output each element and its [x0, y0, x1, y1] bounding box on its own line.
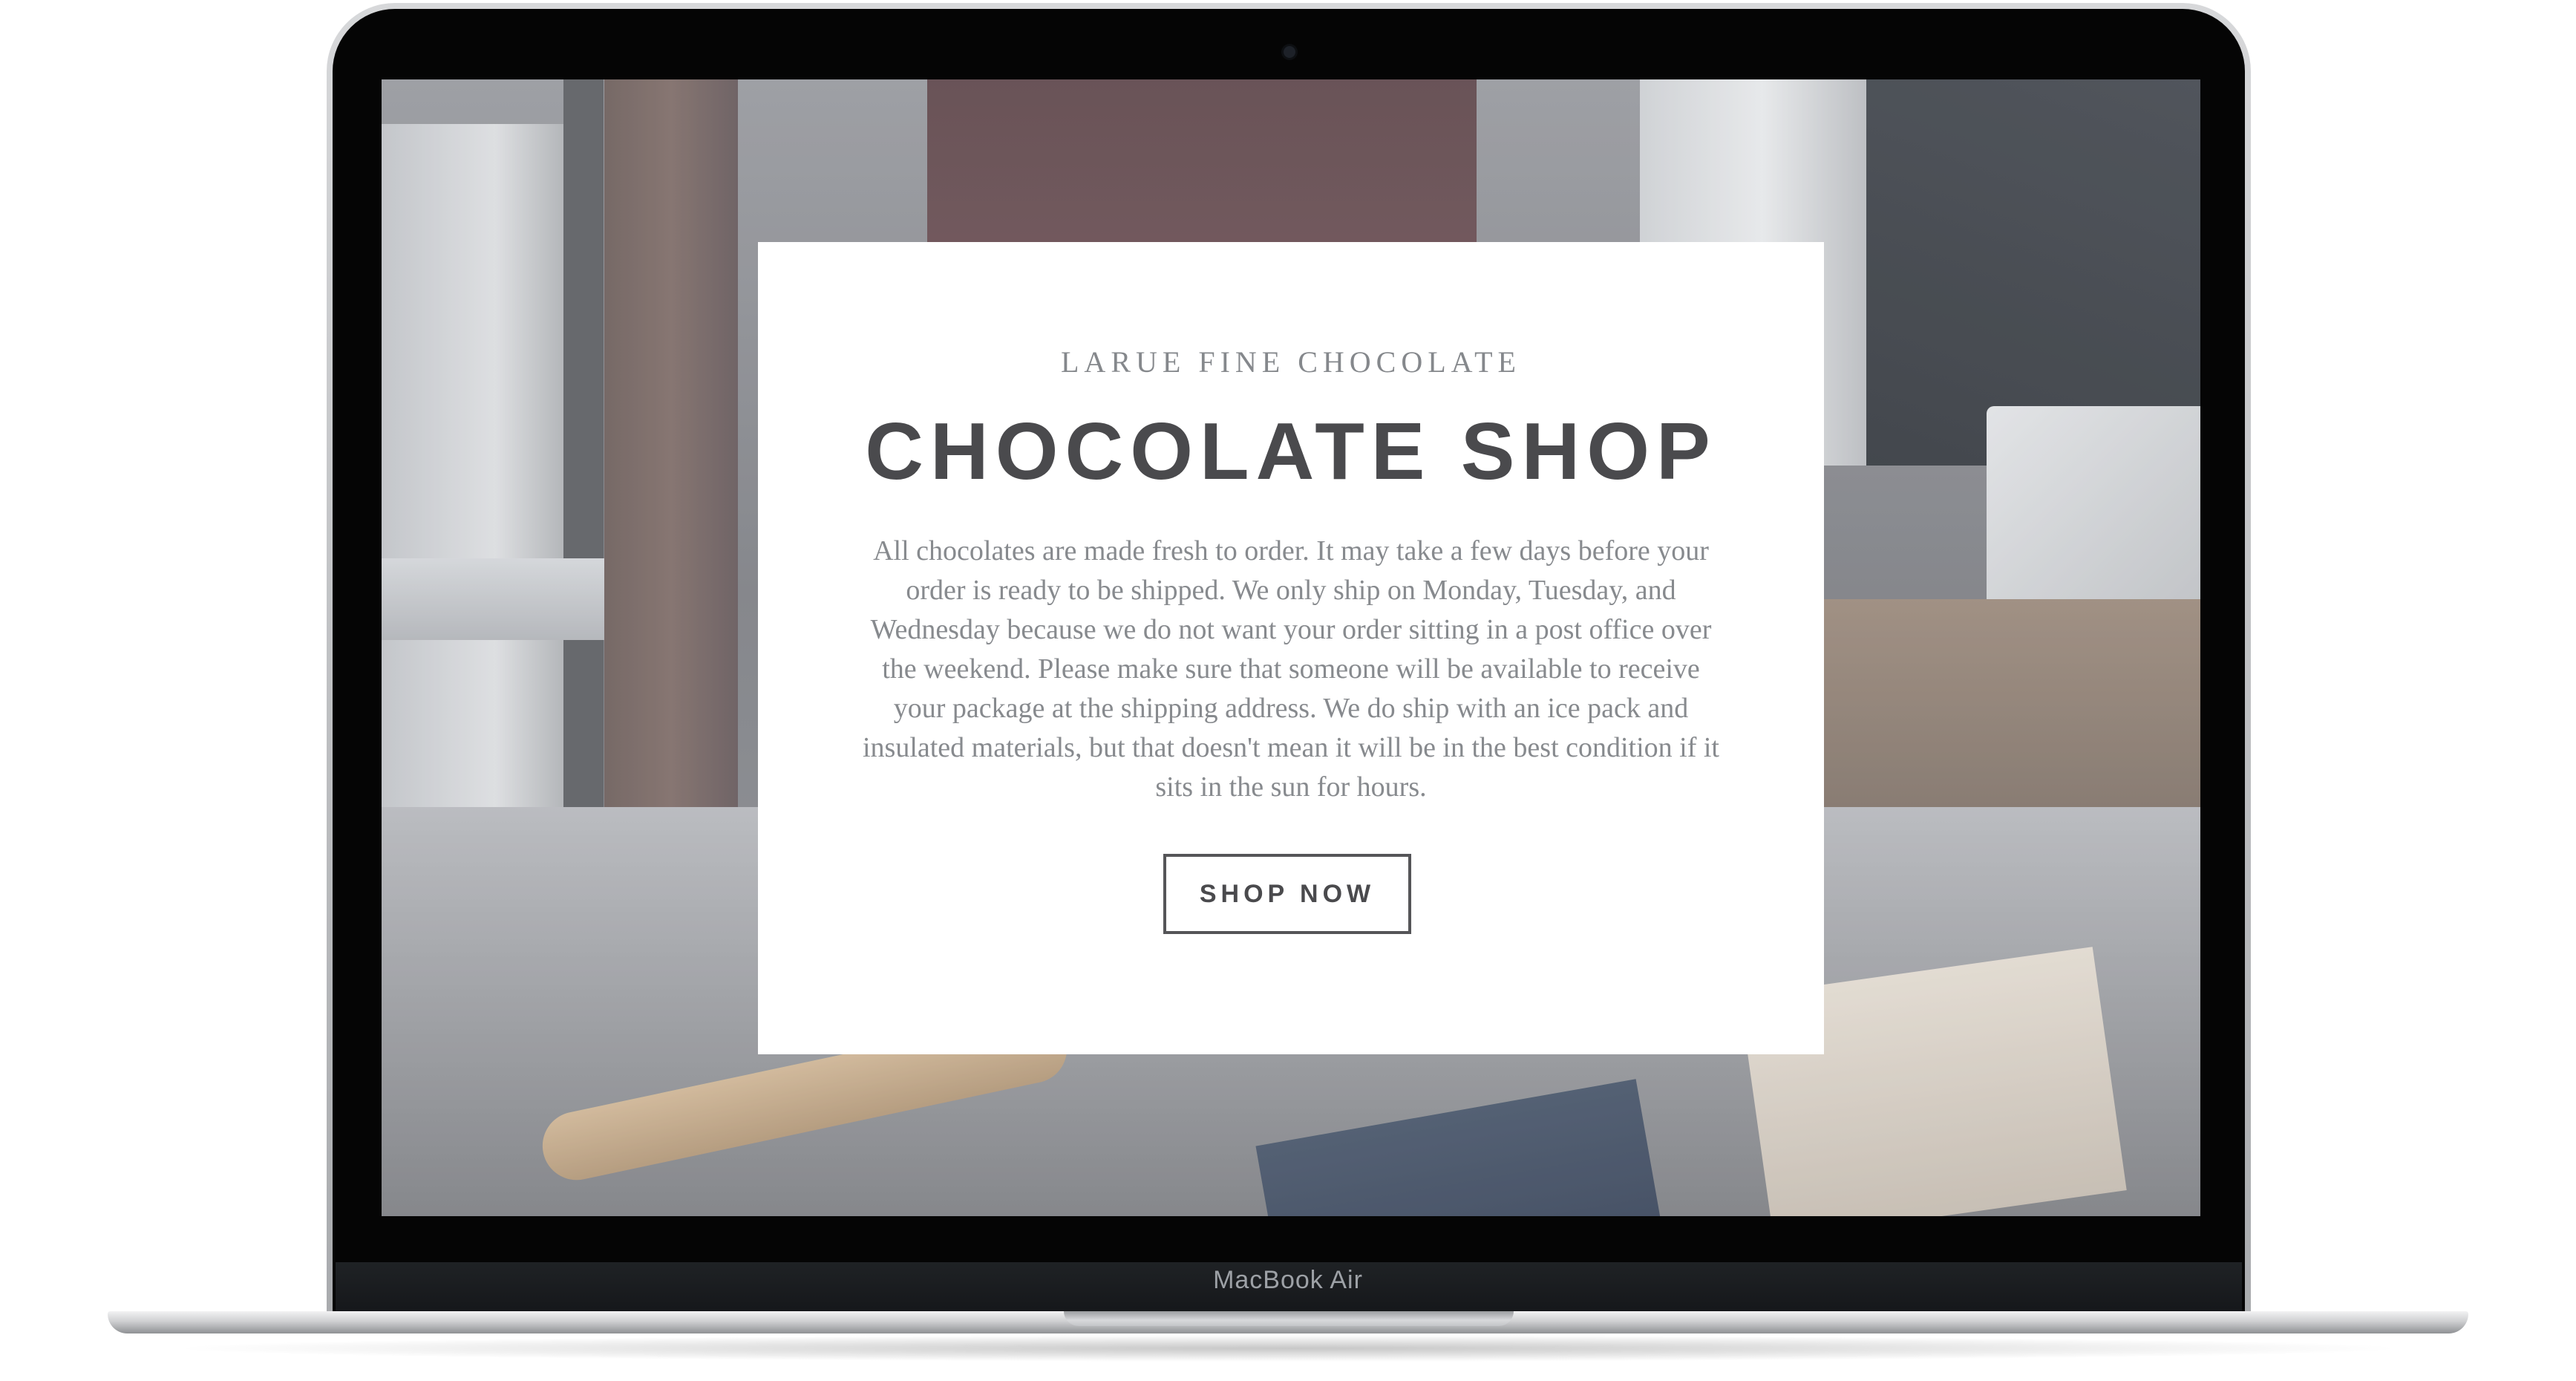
page-title: CHOCOLATE SHOP	[865, 406, 1717, 497]
shop-now-button[interactable]: SHOP NOW	[1163, 854, 1411, 934]
brand-kicker: LARUE FINE CHOCOLATE	[1061, 345, 1521, 379]
camera-icon	[1284, 46, 1295, 58]
shipping-notice: All chocolates are made fresh to order. …	[862, 535, 1719, 803]
hero-card: LARUE FINE CHOCOLATE CHOCOLATE SHOP All …	[758, 242, 1824, 1054]
laptop-shadow	[163, 1335, 2413, 1362]
screen: LARUE FINE CHOCOLATE CHOCOLATE SHOP All …	[382, 79, 2200, 1216]
device-brand-label: MacBook Air	[1213, 1266, 1363, 1294]
laptop-hinge-notch	[1064, 1311, 1514, 1326]
